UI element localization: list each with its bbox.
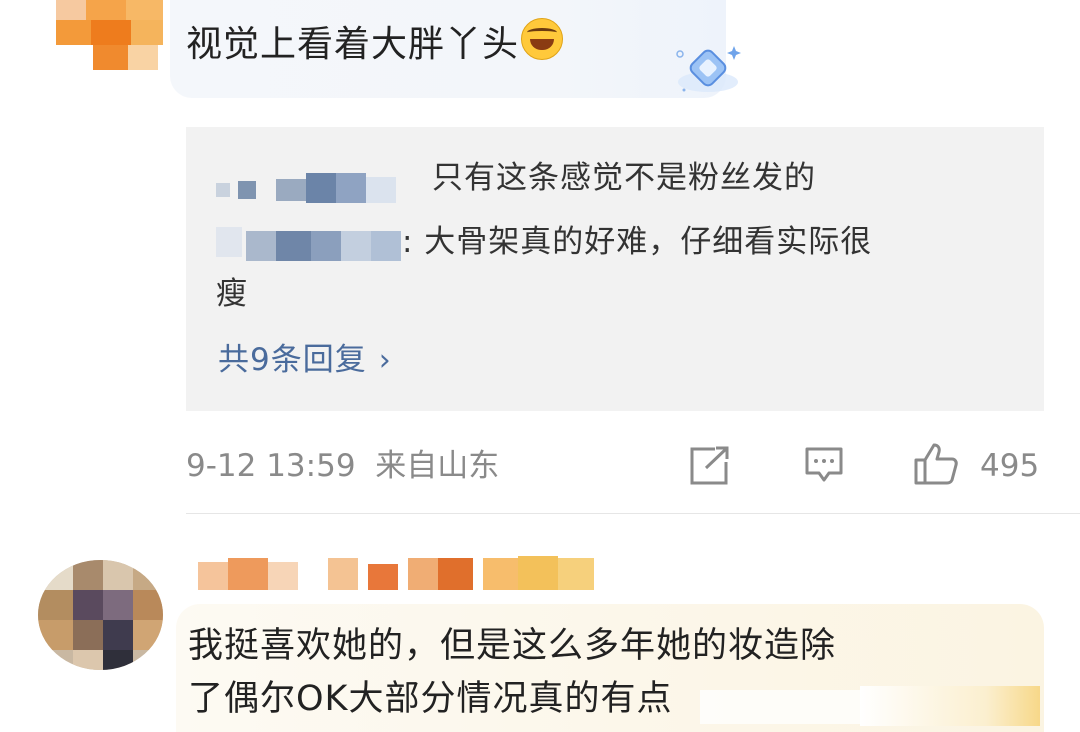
more-replies-link[interactable]: 共9条回复 ›: [218, 337, 392, 384]
obscured-text-block: [700, 686, 1040, 726]
reply-2-username[interactable]: [216, 227, 406, 261]
comment-1-meta: 9-12 13:59 来自山东: [186, 446, 499, 486]
chevron-right-icon: ›: [378, 343, 392, 378]
location-text: 来自山东: [375, 448, 500, 484]
comment-1-text[interactable]: 视觉上看着大胖丫头: [186, 18, 564, 71]
comment-2-line-1: 我挺喜欢她的，但是这么多年她的妆造除: [188, 626, 837, 666]
comment-icon[interactable]: [804, 446, 844, 484]
laughing-crying-emoji-icon: [521, 18, 564, 60]
more-replies-label: 共9条回复: [218, 342, 367, 378]
like-thumb-icon[interactable]: [913, 442, 959, 486]
replies-panel: 只有这条感觉不是粉丝发的 : 大骨架真的好难，仔细看实际很 瘦 共9条回复 ›: [186, 127, 1044, 411]
share-icon[interactable]: [689, 446, 731, 486]
avatar-2[interactable]: [38, 560, 163, 670]
diamond-badge-icon: [676, 46, 741, 92]
reply-2-text[interactable]: : 大骨架真的好难，仔细看实际很: [402, 219, 872, 265]
timestamp: 9-12 13:59: [186, 448, 356, 484]
reply-1-username[interactable]: [216, 173, 404, 203]
comment-1-content: 视觉上看着大胖丫头: [186, 24, 520, 65]
reply-2-text-cont: 瘦: [216, 276, 248, 312]
comment-2-username[interactable]: [198, 556, 598, 592]
divider: [186, 513, 1080, 514]
like-count: 495: [980, 448, 1040, 484]
reply-1-text[interactable]: 只有这条感觉不是粉丝发的: [432, 155, 816, 201]
avatar-1[interactable]: [38, 0, 163, 70]
